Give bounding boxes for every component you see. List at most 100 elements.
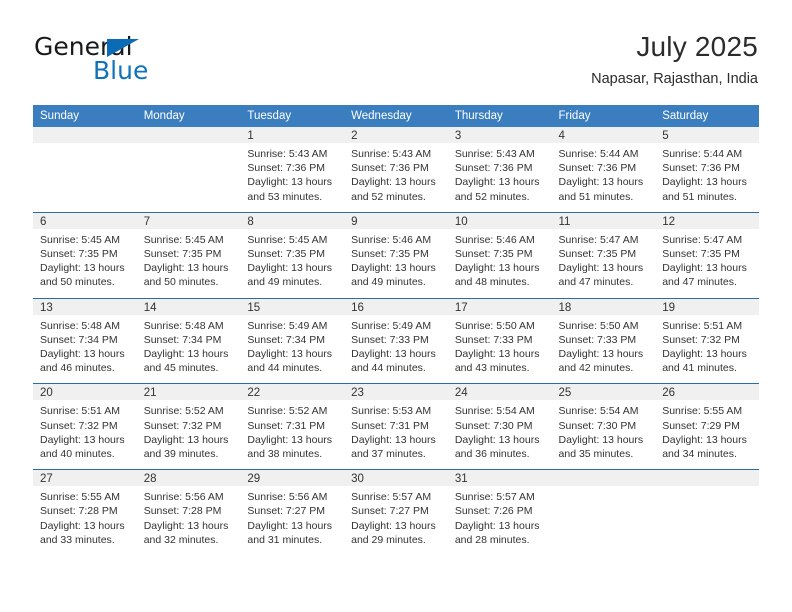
calendar-day-cell[interactable]: 26 Sunrise: 5:55 AM Sunset: 7:29 PM Dayligh… [655, 383, 759, 470]
calendar-day-cell[interactable]: 27 Sunrise: 5:55 AM Sunset: 7:28 PM Dayligh… [33, 469, 137, 556]
calendar-day-cell[interactable]: 11 Sunrise: 5:47 AM Sunset: 7:35 PM Dayligh… [551, 211, 656, 299]
calendar-day-cell[interactable]: 1 Sunrise: 5:43 AM Sunset: 7:36 PM Daylight… [240, 127, 345, 213]
calendar-day-cell[interactable]: 18 Sunrise: 5:50 AM Sunset: 7:33 PM Dayligh… [551, 297, 656, 384]
calendar-day-cell[interactable]: 7 Sunrise: 5:45 AM Sunset: 7:35 PM Daylight… [136, 211, 241, 299]
calendar-day-cell[interactable]: 3 Sunrise: 5:43 AM Sunset: 7:36 PM Daylight… [447, 127, 552, 213]
calendar-week-row: 13 Sunrise: 5:48 AM Sunset: 7:34 PM Dayligh… [33, 297, 759, 384]
day-info-daylight1: Daylight: 13 hours [662, 433, 747, 446]
day-info-daylight2: and 29 minutes. [351, 533, 426, 546]
day-info-daylight1: Daylight: 13 hours [40, 433, 125, 446]
day-info-sunrise: Sunrise: 5:45 AM [40, 233, 120, 246]
day-sun-info: Sunrise: 5:51 AM Sunset: 7:32 PM Daylight:… [33, 400, 137, 469]
calendar-day-cell[interactable]: 15 Sunrise: 5:49 AM Sunset: 7:34 PM Dayligh… [240, 297, 345, 384]
calendar-day-cell[interactable]: 14 Sunrise: 5:48 AM Sunset: 7:34 PM Dayligh… [136, 297, 241, 384]
day-number: 28 [136, 470, 241, 487]
day-sun-info: Sunrise: 5:56 AM Sunset: 7:27 PM Daylight:… [240, 486, 344, 555]
calendar-day-cell[interactable]: 4 Sunrise: 5:44 AM Sunset: 7:36 PM Daylight… [551, 127, 656, 213]
day-info-daylight2: and 41 minutes. [662, 362, 737, 375]
day-number: 3 [447, 127, 552, 143]
day-info-sunrise: Sunrise: 5:43 AM [247, 148, 328, 160]
calendar-day-cell[interactable]: 12 Sunrise: 5:47 AM Sunset: 7:35 PM Dayligh… [655, 211, 759, 299]
calendar-day-cell[interactable]: 10 Sunrise: 5:46 AM Sunset: 7:35 PM Dayligh… [447, 211, 552, 299]
calendar-day-cell[interactable]: 2 Sunrise: 5:43 AM Sunset: 7:36 PM Daylight… [344, 127, 448, 213]
day-info-daylight1: Daylight: 13 hours [454, 348, 540, 361]
calendar-day-cell[interactable]: 28 Sunrise: 5:56 AM Sunset: 7:28 PM Dayligh… [136, 469, 241, 556]
day-info-daylight1: Daylight: 13 hours [247, 262, 333, 275]
day-info-sunrise: Sunrise: 5:45 AM [143, 233, 224, 246]
day-info-sunset: Sunset: 7:33 PM [454, 333, 533, 346]
day-info-daylight1: Daylight: 13 hours [40, 262, 125, 275]
day-sun-info: Sunrise: 5:56 AM Sunset: 7:28 PM Daylight:… [137, 486, 241, 555]
day-info-sunrise: Sunrise: 5:54 AM [454, 405, 535, 418]
day-sun-info [33, 143, 137, 209]
day-info-sunset: Sunset: 7:29 PM [662, 419, 740, 432]
day-info-sunset: Sunset: 7:32 PM [40, 419, 118, 432]
day-number: 12 [655, 212, 759, 229]
calendar-day-cell[interactable]: 16 Sunrise: 5:49 AM Sunset: 7:33 PM Dayligh… [344, 297, 448, 384]
day-info-daylight1: Daylight: 13 hours [143, 519, 229, 532]
calendar-day-cell[interactable]: 20 Sunrise: 5:51 AM Sunset: 7:32 PM Dayligh… [33, 383, 137, 470]
calendar-week-row: 1 Sunrise: 5:43 AM Sunset: 7:36 PM Daylight… [33, 127, 759, 213]
day-info-sunrise: Sunrise: 5:53 AM [351, 405, 432, 418]
day-number: 4 [551, 127, 656, 143]
calendar-day-cell-empty [551, 469, 656, 556]
day-info-daylight1: Daylight: 13 hours [247, 176, 333, 189]
day-info-daylight1: Daylight: 13 hours [351, 519, 436, 532]
day-info-daylight1: Daylight: 13 hours [351, 262, 436, 275]
calendar-day-cell[interactable]: 22 Sunrise: 5:52 AM Sunset: 7:31 PM Dayligh… [240, 383, 345, 470]
calendar-page: General Blue July 2025 Napasar, Rajastha… [0, 0, 792, 612]
day-info-daylight2: and 44 minutes. [247, 362, 323, 375]
calendar-grid: Sunday Monday Tuesday Wednesday Thursday… [33, 105, 759, 556]
calendar-day-cell[interactable]: 23 Sunrise: 5:53 AM Sunset: 7:31 PM Dayligh… [344, 383, 448, 470]
calendar-day-cell[interactable]: 6 Sunrise: 5:45 AM Sunset: 7:35 PM Daylight… [33, 211, 137, 299]
calendar-day-cell[interactable]: 31 Sunrise: 5:57 AM Sunset: 7:26 PM Dayligh… [447, 469, 552, 556]
day-info-daylight2: and 50 minutes. [40, 276, 115, 289]
day-number: 6 [33, 212, 137, 229]
day-info-daylight1: Daylight: 13 hours [454, 433, 540, 446]
day-sun-info [137, 143, 241, 209]
day-info-sunrise: Sunrise: 5:56 AM [143, 491, 224, 504]
day-number: 26 [655, 384, 759, 401]
day-info-daylight2: and 52 minutes. [454, 190, 530, 203]
day-info-daylight1: Daylight: 13 hours [662, 262, 747, 275]
day-number: 16 [344, 298, 448, 315]
calendar-day-cell[interactable]: 24 Sunrise: 5:54 AM Sunset: 7:30 PM Dayligh… [447, 383, 552, 470]
day-info-sunset: Sunset: 7:27 PM [351, 505, 429, 518]
day-number: 10 [447, 212, 552, 229]
day-number: 13 [33, 298, 137, 315]
day-info-sunset: Sunset: 7:36 PM [351, 162, 429, 175]
day-number: 1 [240, 127, 345, 143]
calendar-day-cell[interactable]: 17 Sunrise: 5:50 AM Sunset: 7:33 PM Dayligh… [447, 297, 552, 384]
day-info-daylight2: and 40 minutes. [40, 448, 115, 461]
day-info-sunset: Sunset: 7:36 PM [454, 162, 533, 175]
day-info-daylight2: and 53 minutes. [247, 190, 323, 203]
day-number [33, 127, 137, 143]
day-number: 27 [33, 470, 137, 487]
day-sun-info: Sunrise: 5:55 AM Sunset: 7:29 PM Daylight:… [655, 400, 759, 469]
calendar-day-cell[interactable]: 25 Sunrise: 5:54 AM Sunset: 7:30 PM Dayligh… [551, 383, 656, 470]
day-info-daylight2: and 51 minutes. [558, 190, 634, 203]
calendar-day-cell-empty [33, 127, 137, 213]
weekday-header-friday: Friday [551, 105, 656, 127]
calendar-day-cell[interactable]: 9 Sunrise: 5:46 AM Sunset: 7:35 PM Daylight… [344, 211, 448, 299]
calendar-day-cell[interactable]: 19 Sunrise: 5:51 AM Sunset: 7:32 PM Dayligh… [655, 297, 759, 384]
day-info-sunset: Sunset: 7:35 PM [143, 248, 222, 261]
day-sun-info [552, 486, 656, 552]
day-info-daylight2: and 34 minutes. [662, 448, 737, 461]
day-info-daylight2: and 51 minutes. [662, 190, 737, 203]
calendar-day-cell[interactable]: 21 Sunrise: 5:52 AM Sunset: 7:32 PM Dayligh… [136, 383, 241, 470]
calendar-day-cell[interactable]: 8 Sunrise: 5:45 AM Sunset: 7:35 PM Daylight… [240, 211, 345, 299]
calendar-day-cell[interactable]: 30 Sunrise: 5:57 AM Sunset: 7:27 PM Dayligh… [344, 469, 448, 556]
day-sun-info: Sunrise: 5:49 AM Sunset: 7:33 PM Daylight:… [344, 315, 448, 384]
day-info-sunset: Sunset: 7:26 PM [454, 505, 533, 518]
day-number: 20 [33, 384, 137, 401]
day-sun-info: Sunrise: 5:43 AM Sunset: 7:36 PM Daylight:… [344, 143, 448, 212]
calendar-day-cell[interactable]: 13 Sunrise: 5:48 AM Sunset: 7:34 PM Dayligh… [33, 297, 137, 384]
calendar-day-cell[interactable]: 29 Sunrise: 5:56 AM Sunset: 7:27 PM Dayligh… [240, 469, 345, 556]
weekday-header-thursday: Thursday [447, 105, 552, 127]
day-info-daylight2: and 49 minutes. [351, 276, 426, 289]
day-sun-info: Sunrise: 5:45 AM Sunset: 7:35 PM Daylight:… [240, 229, 344, 298]
calendar-day-cell[interactable]: 5 Sunrise: 5:44 AM Sunset: 7:36 PM Daylight… [655, 127, 759, 213]
page-title: July 2025 [636, 31, 758, 62]
day-info-sunset: Sunset: 7:28 PM [40, 505, 118, 518]
